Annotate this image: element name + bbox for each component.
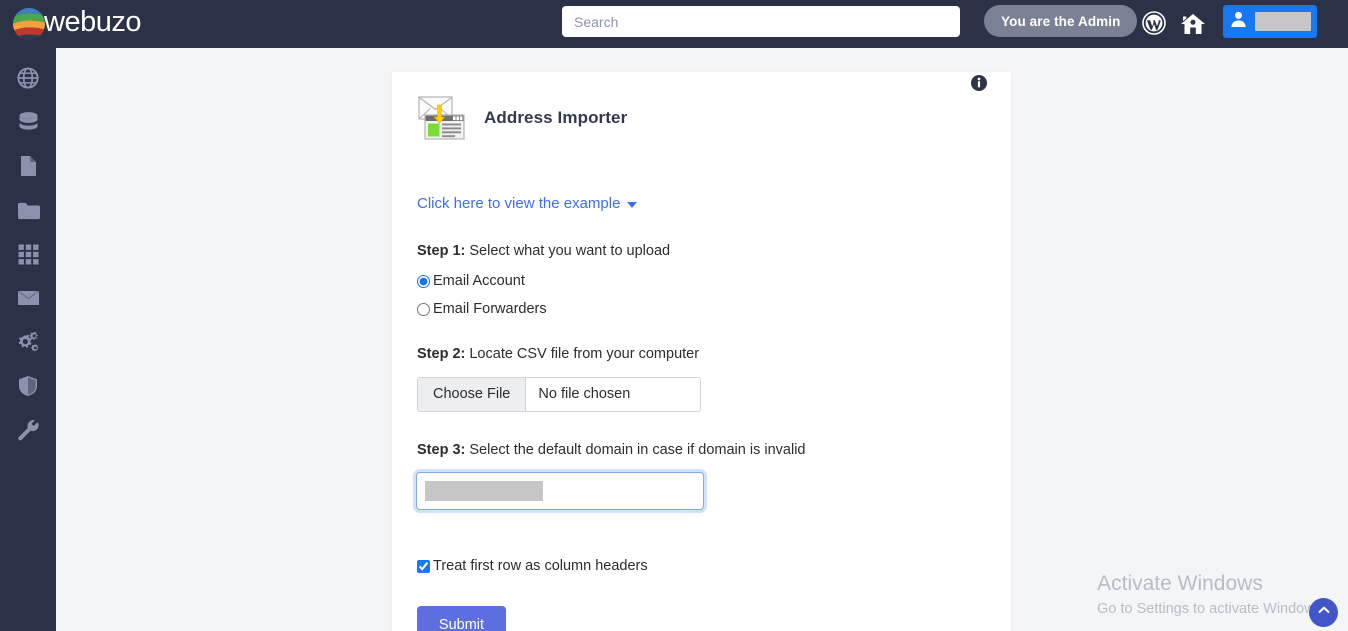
webuzo-logo-icon	[12, 7, 46, 41]
user-account-button[interactable]	[1223, 5, 1317, 38]
wrench-icon	[17, 419, 39, 441]
radio-email-account-label: Email Account	[433, 273, 525, 290]
file-chosen-status: No file chosen	[538, 386, 631, 403]
default-domain-input[interactable]	[417, 473, 703, 510]
sidebar-item-domains[interactable]	[0, 56, 56, 100]
sidebar-item-folders[interactable]	[0, 188, 56, 232]
watermark-subtitle: Go to Settings to activate Windows.	[1097, 600, 1326, 617]
first-row-headers-label: Treat first row as column headers	[433, 558, 648, 575]
watermark-title: Activate Windows	[1097, 572, 1263, 596]
sidebar-item-email[interactable]	[0, 276, 56, 320]
scroll-to-top-button[interactable]	[1309, 598, 1338, 627]
shield-icon	[18, 375, 38, 397]
envelope-icon	[17, 289, 40, 307]
file-icon	[19, 155, 37, 177]
sidebar-item-settings[interactable]	[0, 320, 56, 364]
top-header-bar: webuzo You are the Admin	[0, 0, 1348, 48]
file-upload-control[interactable]: Choose File No file chosen	[417, 376, 701, 412]
address-importer-icon	[417, 94, 465, 142]
radio-email-forwarders[interactable]: Email Forwarders	[417, 301, 1011, 317]
view-example-label: Click here to view the example	[417, 195, 621, 212]
left-sidebar-nav	[0, 48, 56, 631]
chevron-up-icon	[1317, 603, 1331, 622]
first-row-headers-input[interactable]	[417, 559, 430, 573]
card-header: Address Importer	[392, 72, 1011, 142]
chevron-down-icon	[627, 201, 638, 208]
radio-email-account[interactable]: Email Account	[417, 273, 1011, 289]
sidebar-item-databases[interactable]	[0, 100, 56, 144]
database-icon	[18, 111, 39, 133]
address-importer-card: Address Importer Click here to view the …	[392, 72, 1011, 631]
step-2-prefix: Step 2:	[417, 346, 466, 363]
brand-logo-link[interactable]: webuzo	[12, 0, 141, 48]
radio-email-account-input[interactable]	[417, 274, 430, 288]
submit-button[interactable]: Submit	[417, 606, 506, 631]
step-2-text: Locate CSV file from your computer	[465, 346, 700, 363]
grid-apps-icon	[18, 244, 39, 265]
globe-icon	[17, 67, 39, 89]
first-row-headers-checkbox[interactable]: Treat first row as column headers	[417, 558, 1011, 574]
sidebar-item-security[interactable]	[0, 364, 56, 408]
step-3-label: Step 3: Select the default domain in cas…	[417, 442, 1011, 459]
page-title: Address Importer	[484, 108, 628, 127]
wordpress-icon[interactable]	[1141, 10, 1167, 36]
step-1-label: Step 1: Select what you want to upload	[417, 243, 1011, 260]
radio-email-forwarders-label: Email Forwarders	[433, 301, 547, 318]
sidebar-item-apps[interactable]	[0, 232, 56, 276]
step-3-prefix: Step 3:	[417, 441, 466, 458]
sidebar-item-tools[interactable]	[0, 408, 56, 452]
gears-icon	[16, 331, 40, 353]
radio-email-forwarders-input[interactable]	[417, 302, 430, 316]
folder-icon	[17, 201, 40, 220]
info-icon[interactable]	[971, 75, 987, 91]
brand-name: webuzo	[44, 6, 141, 38]
search-box[interactable]	[562, 6, 960, 37]
view-example-link[interactable]: Click here to view the example	[417, 195, 638, 212]
search-input[interactable]	[562, 6, 960, 37]
choose-file-button[interactable]: Choose File	[418, 377, 527, 411]
main-content-area: Address Importer Click here to view the …	[56, 48, 1348, 631]
step-1-text: Select what you want to upload	[465, 243, 671, 259]
step-2-label: Step 2: Locate CSV file from your comput…	[417, 346, 1011, 363]
step-3-text: Select the default domain in case if dom…	[465, 441, 806, 458]
home-icon[interactable]	[1179, 10, 1207, 38]
user-icon	[1229, 10, 1248, 34]
sidebar-item-files[interactable]	[0, 144, 56, 188]
user-name-redacted	[1255, 12, 1311, 31]
admin-status-badge: You are the Admin	[984, 5, 1138, 37]
step-1-prefix: Step 1:	[417, 243, 466, 259]
default-domain-field[interactable]	[416, 472, 704, 511]
windows-activation-watermark: Activate Windows Go to Settings to activ…	[1097, 570, 1326, 619]
